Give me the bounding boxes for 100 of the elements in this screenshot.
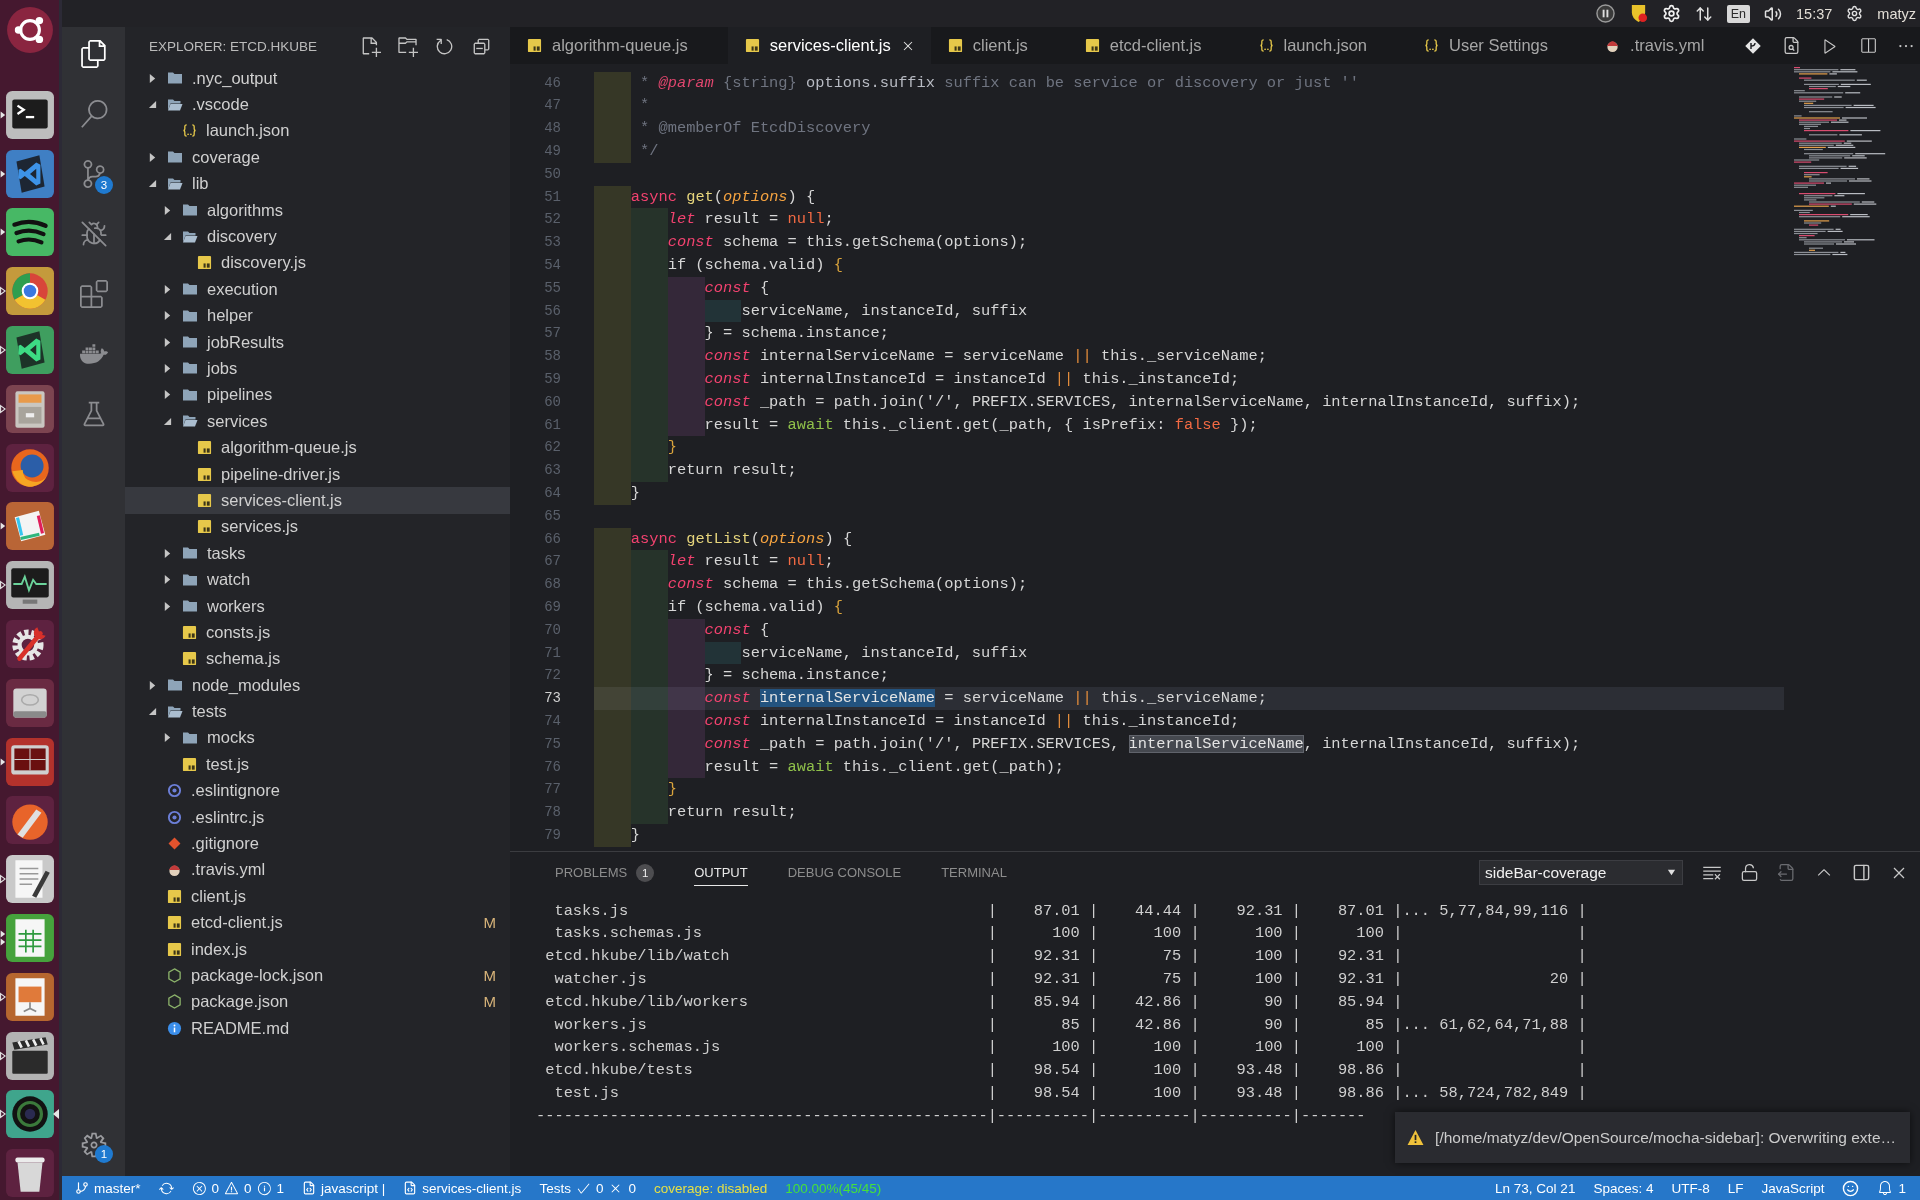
tree-item[interactable]: .travis.yml (125, 856, 510, 884)
panel-layout-icon[interactable] (1852, 863, 1871, 882)
file-status[interactable]: services-client.js (403, 1180, 522, 1196)
gear-icon[interactable] (1846, 5, 1864, 22)
tree-item[interactable]: package.json M (125, 988, 510, 1016)
disk-drive-icon[interactable] (4, 677, 55, 728)
gear-icon[interactable] (1661, 4, 1681, 23)
editor-tab[interactable]: launch.json (1241, 27, 1407, 64)
tree-item[interactable]: schema.js (125, 645, 510, 672)
tree-item[interactable]: services-client.js (125, 487, 510, 514)
indentation-status[interactable]: Spaces: 4 (1593, 1180, 1654, 1196)
line-ending-status[interactable]: LF (1727, 1180, 1744, 1196)
language-mode[interactable]: JavaScript (1761, 1180, 1825, 1196)
tree-item[interactable]: tests (125, 698, 510, 725)
file-output-icon[interactable] (1777, 863, 1796, 882)
circle-logo-icon[interactable] (4, 5, 55, 55)
tree-item[interactable]: mocks (125, 724, 510, 752)
terminal-icon[interactable] (4, 89, 55, 140)
tree-item[interactable]: .eslintignore (125, 777, 510, 804)
editor-tab[interactable]: services-client.js (727, 27, 931, 64)
git-branch-status[interactable]: master* (75, 1180, 141, 1196)
panel-tab[interactable]: TERMINAL (941, 859, 1007, 886)
code-editor-icon[interactable] (4, 325, 55, 375)
panel-tab[interactable]: DEBUG CONSOLE (787, 859, 902, 886)
cursor-position[interactable]: Ln 73, Col 21 (1495, 1180, 1576, 1196)
pen-icon[interactable] (4, 795, 55, 846)
panel-tab[interactable]: OUTPUT (694, 859, 748, 886)
tree-item[interactable]: launch.json (125, 117, 510, 145)
new-folder-icon[interactable] (397, 35, 418, 57)
keyboard-layout-indicator[interactable]: En (1726, 4, 1751, 23)
presentation-icon[interactable] (4, 971, 55, 1022)
editor-tab[interactable]: etcd-client.js (1067, 27, 1242, 64)
search-icon[interactable] (79, 100, 108, 128)
editor-tab[interactable]: client.js (930, 27, 1068, 64)
browser-globe-icon[interactable] (4, 442, 55, 493)
tree-item[interactable]: tasks (125, 540, 510, 567)
tree-item[interactable]: coverage (125, 144, 510, 171)
tree-item[interactable]: index.js (125, 935, 510, 963)
editor-tab[interactable]: User Settings (1407, 27, 1589, 64)
tree-item[interactable]: helper (125, 302, 510, 329)
tree-item[interactable]: package-lock.json M (125, 962, 510, 989)
user-name[interactable]: matyz (1877, 5, 1916, 22)
sync-icon[interactable] (158, 1180, 174, 1196)
encoding-status[interactable]: UTF-8 (1671, 1180, 1710, 1196)
tree-item[interactable]: jobResults (125, 328, 510, 356)
volume-icon[interactable] (1764, 4, 1783, 23)
file-cabinet-icon[interactable] (4, 383, 55, 434)
tree-item[interactable]: services (125, 408, 510, 435)
camera-lens-icon[interactable] (4, 1089, 55, 1140)
system-monitor-icon[interactable] (4, 560, 55, 611)
clock[interactable]: 15:37 (1796, 5, 1833, 22)
language-status[interactable]: javascript | (302, 1180, 386, 1196)
gear-wrench-icon[interactable] (4, 618, 55, 669)
display-icon[interactable] (4, 736, 55, 787)
clapperboard-icon[interactable] (4, 1030, 55, 1081)
tree-item[interactable]: etcd-client.js M (125, 909, 510, 936)
tree-item[interactable]: pipeline-driver.js (125, 460, 510, 488)
tree-item[interactable]: services.js (125, 513, 510, 541)
problems-status[interactable]: 0 0 1 (191, 1180, 285, 1196)
tree-item[interactable]: client.js (125, 883, 510, 910)
tree-item[interactable]: pipelines (125, 381, 510, 409)
tree-item[interactable]: algorithms (125, 196, 510, 224)
tree-item[interactable]: .nyc_output (125, 65, 510, 92)
split-editor-icon[interactable] (1859, 36, 1878, 55)
code-editor-icon[interactable] (4, 148, 55, 199)
tree-item[interactable]: .vscode (125, 91, 510, 118)
test-status[interactable]: Tests 0 0 (539, 1180, 636, 1196)
tree-item[interactable]: execution (125, 276, 510, 303)
tree-item[interactable]: lib (125, 170, 510, 197)
new-file-icon[interactable] (360, 35, 381, 57)
tree-item[interactable]: README.md (125, 1015, 510, 1042)
output-channel-dropdown[interactable]: sideBar-coverage (1479, 860, 1683, 885)
tree-item[interactable]: test.js (125, 751, 510, 778)
tree-item[interactable]: consts.js (125, 619, 510, 646)
trash-icon[interactable] (4, 1148, 55, 1199)
chat-app-icon[interactable] (4, 501, 55, 552)
notepad-icon[interactable] (4, 854, 55, 905)
editor-tab[interactable]: algorithm-queue.js (510, 27, 728, 64)
spreadsheet-doc-icon[interactable] (4, 912, 55, 963)
smiley-icon[interactable] (1842, 1179, 1860, 1197)
tree-item[interactable]: jobs (125, 355, 510, 382)
unlock-icon[interactable] (1740, 863, 1759, 882)
tree-item[interactable]: algorithm-queue.js (125, 434, 510, 461)
notifications-status[interactable]: 1 (1877, 1180, 1906, 1196)
browser-icon[interactable] (4, 266, 55, 317)
tree-item[interactable]: discovery.js (125, 249, 510, 277)
editor-tab[interactable]: .travis.yml (1588, 27, 1745, 64)
tree-item[interactable]: workers (125, 592, 510, 620)
bug-icon[interactable] (79, 220, 108, 248)
tree-item[interactable]: watch (125, 566, 510, 593)
tree-item[interactable]: .gitignore (125, 830, 510, 857)
pause-circle-icon[interactable] (1595, 4, 1615, 23)
tree-item[interactable]: node_modules (125, 672, 510, 699)
tree-item[interactable]: discovery (125, 223, 510, 250)
files-icon[interactable] (79, 40, 108, 68)
tree-item[interactable]: .eslintrc.js (125, 803, 510, 831)
extensions-icon[interactable] (79, 280, 108, 308)
audio-app-icon[interactable] (4, 207, 55, 258)
panel-tab[interactable]: PROBLEMS 1 (555, 857, 655, 888)
up-down-arrows-icon[interactable] (1694, 4, 1713, 23)
